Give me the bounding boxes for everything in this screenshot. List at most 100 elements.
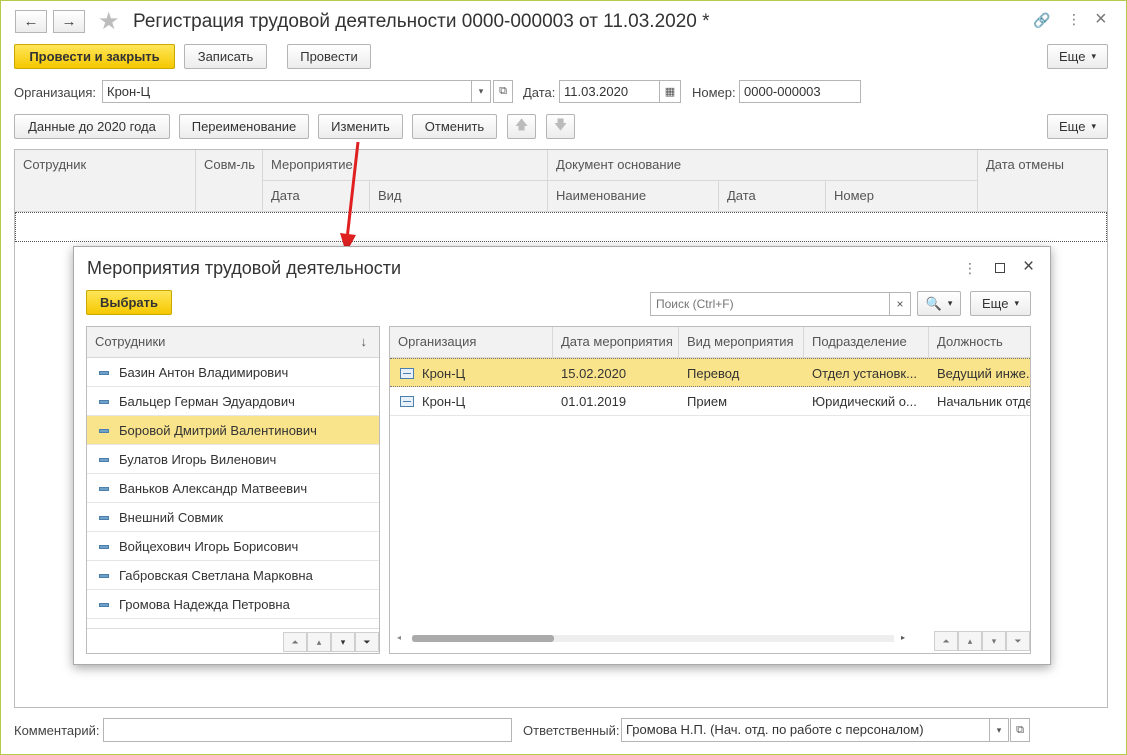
dialog-more-button[interactable]: Еще ▾ <box>970 291 1031 316</box>
col-event[interactable]: Мероприятие <box>263 150 548 181</box>
org-open-button[interactable]: ⧉ <box>493 80 513 103</box>
more-label: Еще <box>1059 49 1086 64</box>
events-col-header[interactable]: Подразделение <box>804 327 929 358</box>
forward-button[interactable]: → <box>53 10 85 33</box>
number-field[interactable]: 0000-000003 <box>739 80 861 103</box>
employee-name: Внешний Совмик <box>119 510 224 525</box>
col-combo[interactable]: Совм-ль <box>196 150 263 212</box>
employee-row[interactable]: Зеленин Сергей Петрович <box>87 619 379 628</box>
employee-row[interactable]: Войцехович Игорь Борисович <box>87 532 379 561</box>
org-field[interactable]: Крон-Ц <box>102 80 472 103</box>
more-menu-icon[interactable]: ⋮ <box>1067 11 1081 28</box>
event-row[interactable]: Крон-Ц 01.01.2019 Прием Юридический о... Нач… <box>390 387 1030 416</box>
favorite-star-icon[interactable]: ★ <box>98 7 120 36</box>
data-before-2020-button[interactable]: Данные до 2020 года <box>14 114 170 139</box>
employee-icon <box>99 458 109 462</box>
employee-name: Боровой Дмитрий Валентинович <box>119 423 317 438</box>
sort-arrow-icon[interactable]: ↓ <box>361 334 368 349</box>
event-cell: Крон-Ц <box>422 366 466 381</box>
scroll-right-icon[interactable]: ▸ <box>901 633 905 642</box>
clear-search-button[interactable]: × <box>889 292 911 316</box>
events-page-first-button[interactable]: ⏶ <box>934 631 958 651</box>
employee-icon <box>99 400 109 404</box>
scroll-left-icon[interactable]: ◂ <box>397 633 401 642</box>
col-cancel-date[interactable]: Дата отмены <box>978 150 1107 212</box>
search-button[interactable]: 🔍 ▾ <box>917 291 961 316</box>
move-down-button[interactable]: 🡇 <box>546 114 575 139</box>
events-page-up-button[interactable]: ▴ <box>958 631 982 651</box>
org-dropdown-button[interactable]: ▾ <box>471 80 491 103</box>
employee-name: Зеленин Сергей Петрович <box>111 619 278 628</box>
rename-button[interactable]: Переименование <box>179 114 309 139</box>
maximize-icon[interactable] <box>995 263 1005 273</box>
employee-row[interactable]: Бальцер Герман Эдуардович <box>87 387 379 416</box>
employee-row[interactable]: Боровой Дмитрий Валентинович <box>87 416 379 445</box>
scrollbar-thumb[interactable] <box>412 635 554 642</box>
col-doc-number[interactable]: Номер <box>826 181 978 212</box>
table-row-empty[interactable] <box>15 212 1107 242</box>
save-button[interactable]: Записать <box>184 44 267 69</box>
table-more-button[interactable]: Еще ▾ <box>1047 114 1108 139</box>
employee-name: Габровская Светлана Марковна <box>119 568 313 583</box>
date-field[interactable]: 11.03.2020 <box>559 80 660 103</box>
move-up-button[interactable]: 🡅 <box>507 114 536 139</box>
change-button[interactable]: Изменить <box>318 114 403 139</box>
employee-icon <box>99 429 109 433</box>
open-form-icon: ⧉ <box>499 85 507 97</box>
dialog-close-icon[interactable]: × <box>1023 256 1034 278</box>
cancel-button[interactable]: Отменить <box>412 114 497 139</box>
events-col-header[interactable]: Дата мероприятия <box>553 327 679 358</box>
employee-row[interactable]: Габровская Светлана Марковна <box>87 561 379 590</box>
responsible-dropdown-button[interactable]: ▾ <box>989 718 1009 742</box>
responsible-open-button[interactable]: ⧉ <box>1010 718 1030 742</box>
number-label: Номер: <box>692 85 736 100</box>
employee-row[interactable]: Громова Надежда Петровна <box>87 590 379 619</box>
col-employee[interactable]: Сотрудник <box>15 150 196 212</box>
events-header: Организация Дата мероприятия Вид мероприят… <box>390 327 1030 358</box>
close-icon[interactable]: × <box>1095 8 1107 31</box>
events-page-last-button[interactable]: ⏷ <box>1006 631 1030 651</box>
dialog-menu-icon[interactable]: ⋮ <box>963 260 977 277</box>
open-form-icon: ⧉ <box>1016 723 1024 736</box>
employee-icon <box>99 603 109 607</box>
employees-header[interactable]: Сотрудники ↓ <box>87 327 379 358</box>
responsible-field[interactable]: Громова Н.П. (Нач. отд. по работе с перс… <box>621 718 990 742</box>
link-icon[interactable]: 🔗 <box>1033 12 1050 29</box>
page-down-button[interactable]: ▾ <box>331 632 355 652</box>
comment-input[interactable] <box>103 718 512 742</box>
employee-row[interactable]: Внешний Совмик <box>87 503 379 532</box>
calendar-button[interactable]: ▦ <box>659 80 681 103</box>
col-event-type[interactable]: Вид <box>370 181 548 212</box>
select-button[interactable]: Выбрать <box>86 290 172 315</box>
col-doc[interactable]: Документ основание <box>548 150 978 181</box>
events-col-header[interactable]: Должность <box>929 327 1030 358</box>
events-page-down-button[interactable]: ▾ <box>982 631 1006 651</box>
employee-row[interactable]: Булатов Игорь Виленович <box>87 445 379 474</box>
post-and-close-button[interactable]: Провести и закрыть <box>14 44 175 69</box>
page-title: Регистрация трудовой деятельности 0000-0… <box>133 11 710 32</box>
col-doc-name[interactable]: Наименование <box>548 181 719 212</box>
employees-rows: Базин Антон Владимирович Бальцер Герман Э… <box>87 358 379 628</box>
event-cell: Крон-Ц <box>422 394 466 409</box>
events-col-header[interactable]: Организация <box>390 327 553 358</box>
search-input[interactable] <box>650 292 890 316</box>
employee-name: Ваньков Александр Матвеевич <box>119 481 308 496</box>
caret-down-icon: ▾ <box>1014 298 1019 308</box>
caret-down-icon: ▾ <box>1091 121 1096 131</box>
col-doc-date[interactable]: Дата <box>719 181 826 212</box>
event-row[interactable]: Крон-Ц 15.02.2020 Перевод Отдел установк...… <box>390 358 1030 387</box>
post-button[interactable]: Провести <box>287 44 371 69</box>
caret-down-icon: ▾ <box>947 298 953 308</box>
employee-row[interactable]: Базин Антон Владимирович <box>87 358 379 387</box>
page-last-button[interactable]: ⏷ <box>355 632 379 652</box>
arrow-left-icon: ← <box>23 13 39 30</box>
employee-icon <box>99 371 109 375</box>
events-col-header[interactable]: Вид мероприятия <box>679 327 804 358</box>
page-first-button[interactable]: ⏶ <box>283 632 307 652</box>
more-button[interactable]: Еще ▾ <box>1047 44 1108 69</box>
page-up-button[interactable]: ▴ <box>307 632 331 652</box>
horizontal-scrollbar[interactable] <box>412 635 894 642</box>
employee-row[interactable]: Ваньков Александр Матвеевич <box>87 474 379 503</box>
event-cell: Ведущий инже... <box>937 366 1030 381</box>
back-button[interactable]: ← <box>15 10 47 33</box>
